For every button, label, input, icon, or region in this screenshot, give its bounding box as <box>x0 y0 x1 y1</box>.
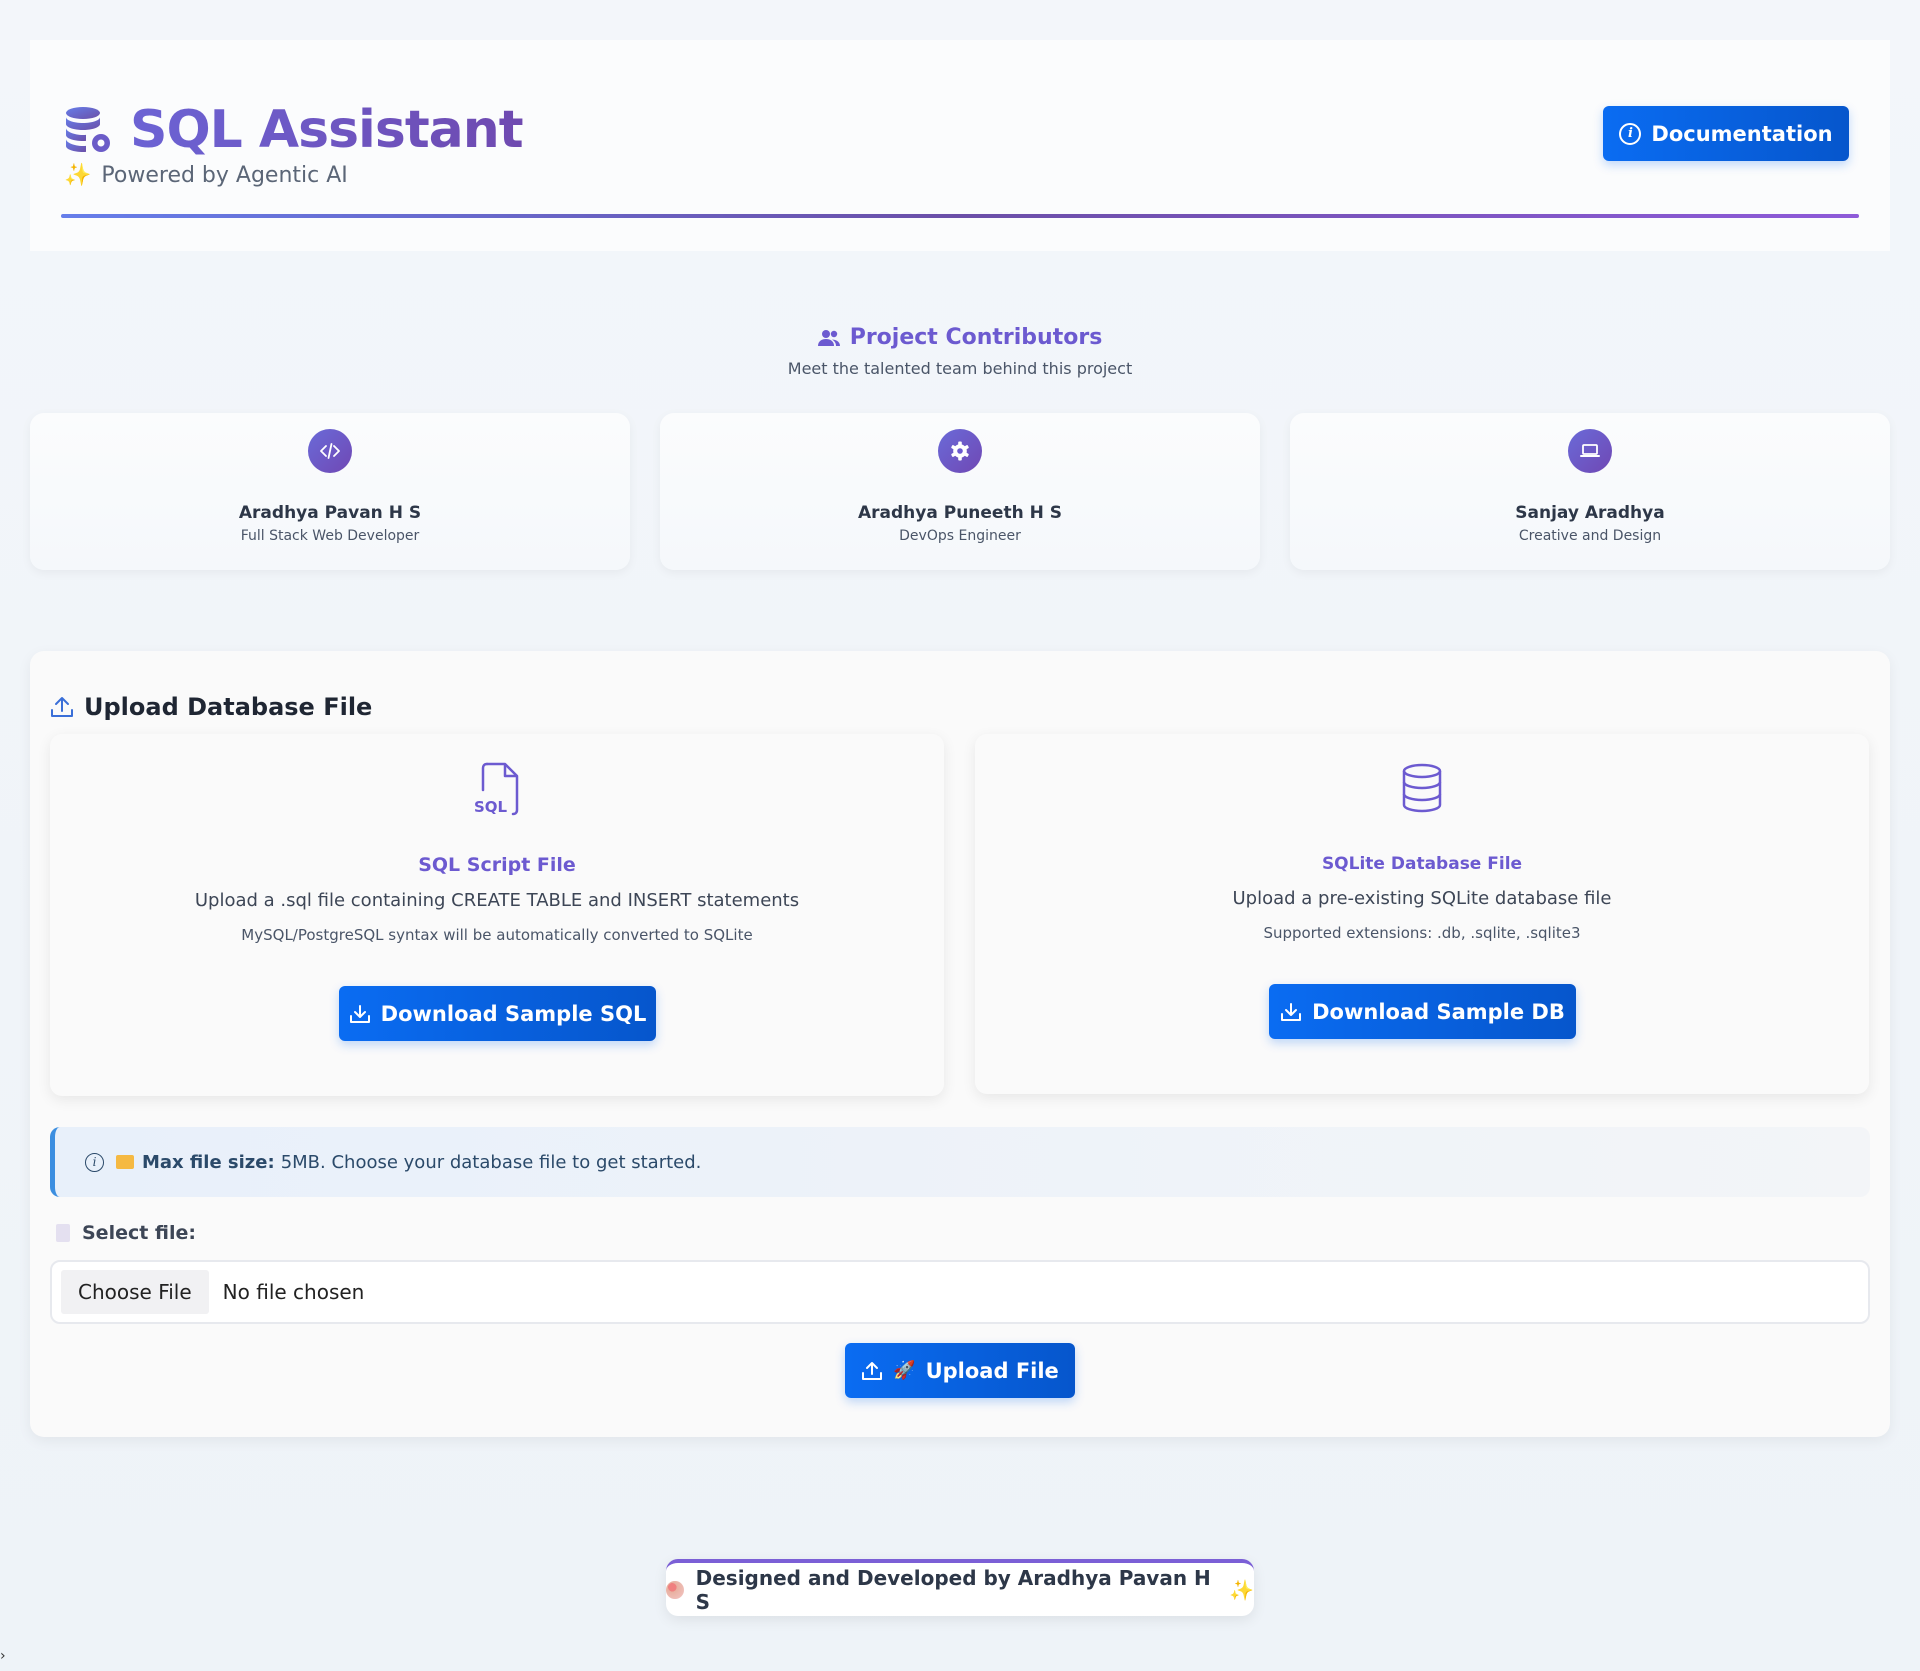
download-sample-db-label: Download Sample DB <box>1312 999 1565 1024</box>
sql-file-icon: SQL <box>50 762 944 816</box>
file-size-alert: i Max file size: 5MB. Choose your databa… <box>50 1127 1870 1197</box>
db-card-note: Supported extensions: .db, .sqlite, .sql… <box>1263 924 1581 942</box>
select-file-label: Select file: <box>56 1222 196 1244</box>
sparkles-icon: ✨ <box>1229 1577 1254 1602</box>
contributor-name: Aradhya Pavan H S <box>238 503 422 523</box>
contributor-name: Aradhya Puneeth H S <box>857 503 1063 523</box>
contributor-name: Sanjay Aradhya <box>1515 503 1665 523</box>
download-icon <box>1281 1002 1302 1021</box>
laptop-icon <box>1568 429 1612 473</box>
contributor-card: Sanjay Aradhya Creative and Design <box>1290 413 1890 570</box>
documentation-label: Documentation <box>1651 121 1833 146</box>
alert-text: 5MB. Choose your database file to get st… <box>280 1151 702 1173</box>
contributor-role: Creative and Design <box>1518 528 1662 544</box>
download-icon <box>349 1004 370 1023</box>
upload-title-text: Upload Database File <box>84 693 373 721</box>
header-divider <box>61 214 1859 218</box>
brand: SQL Assistant <box>64 100 524 160</box>
db-card-title: SQLite Database File <box>1321 854 1523 874</box>
info-icon: i <box>85 1152 104 1172</box>
upload-panel: Upload Database File SQL SQL Script File… <box>30 651 1890 1437</box>
sql-card-note: MySQL/PostgreSQL syntax will be automati… <box>241 926 753 944</box>
contributors-title-text: Project Contributors <box>849 325 1103 350</box>
choose-file-button[interactable]: Choose File <box>61 1270 209 1314</box>
contributors-title: Project Contributors <box>0 325 1920 350</box>
app-title: SQL Assistant <box>130 100 524 160</box>
download-sample-db-button[interactable]: Download Sample DB <box>1269 984 1576 1039</box>
info-icon: i <box>1619 122 1642 145</box>
db-card-description: Upload a pre-existing SQLite database fi… <box>1232 888 1612 909</box>
sql-card-description: Upload a .sql file containing CREATE TAB… <box>194 890 800 911</box>
palette-icon <box>666 1580 684 1599</box>
no-file-text: No file chosen <box>222 1280 365 1304</box>
app-subtitle: ✨ Powered by Agentic AI <box>64 163 348 188</box>
sql-icon-label: SQL <box>474 798 508 816</box>
footer-credit: Designed and Developed by Aradhya Pavan … <box>666 1559 1254 1616</box>
upload-icon <box>862 1361 883 1380</box>
sqlite-db-card: SQLite Database File Upload a pre-existi… <box>975 734 1869 1094</box>
users-icon <box>817 329 840 346</box>
documentation-button[interactable]: i Documentation <box>1603 106 1849 161</box>
footer-text: Designed and Developed by Aradhya Pavan … <box>695 1565 1211 1614</box>
file-input[interactable]: Choose File No file chosen <box>50 1260 1870 1324</box>
folder-icon <box>116 1155 134 1169</box>
document-icon <box>56 1224 70 1242</box>
contributor-card: Aradhya Pavan H S Full Stack Web Develop… <box>30 413 630 570</box>
upload-file-label: Upload File <box>925 1358 1059 1383</box>
download-sample-sql-label: Download Sample SQL <box>380 1001 647 1026</box>
database-gear-icon <box>66 107 110 152</box>
contributor-role: Full Stack Web Developer <box>240 528 420 544</box>
select-file-text: Select file: <box>82 1222 197 1244</box>
download-sample-sql-button[interactable]: Download Sample SQL <box>339 986 656 1041</box>
subtitle-text: Powered by Agentic AI <box>101 163 348 188</box>
sql-card-title: SQL Script File <box>418 854 576 876</box>
rocket-icon: 🚀 <box>893 1360 916 1381</box>
database-icon <box>975 762 1869 814</box>
alert-bold: Max file size: <box>142 1151 275 1173</box>
sql-script-card: SQL SQL Script File Upload a .sql file c… <box>50 734 944 1096</box>
sparkles-icon: ✨ <box>64 163 92 188</box>
contributor-role: DevOps Engineer <box>899 528 1021 544</box>
upload-icon <box>51 697 73 717</box>
contributor-card: Aradhya Puneeth H S DevOps Engineer <box>660 413 1260 570</box>
app-header: SQL Assistant ✨ Powered by Agentic AI i … <box>30 40 1890 251</box>
code-icon <box>308 429 352 473</box>
upload-title: Upload Database File <box>50 693 372 721</box>
gear-icon <box>938 429 982 473</box>
upload-file-button[interactable]: 🚀 Upload File <box>845 1343 1075 1398</box>
chevron-right-icon[interactable]: › <box>0 1648 6 1664</box>
contributors-subtitle: Meet the talented team behind this proje… <box>787 359 1133 378</box>
